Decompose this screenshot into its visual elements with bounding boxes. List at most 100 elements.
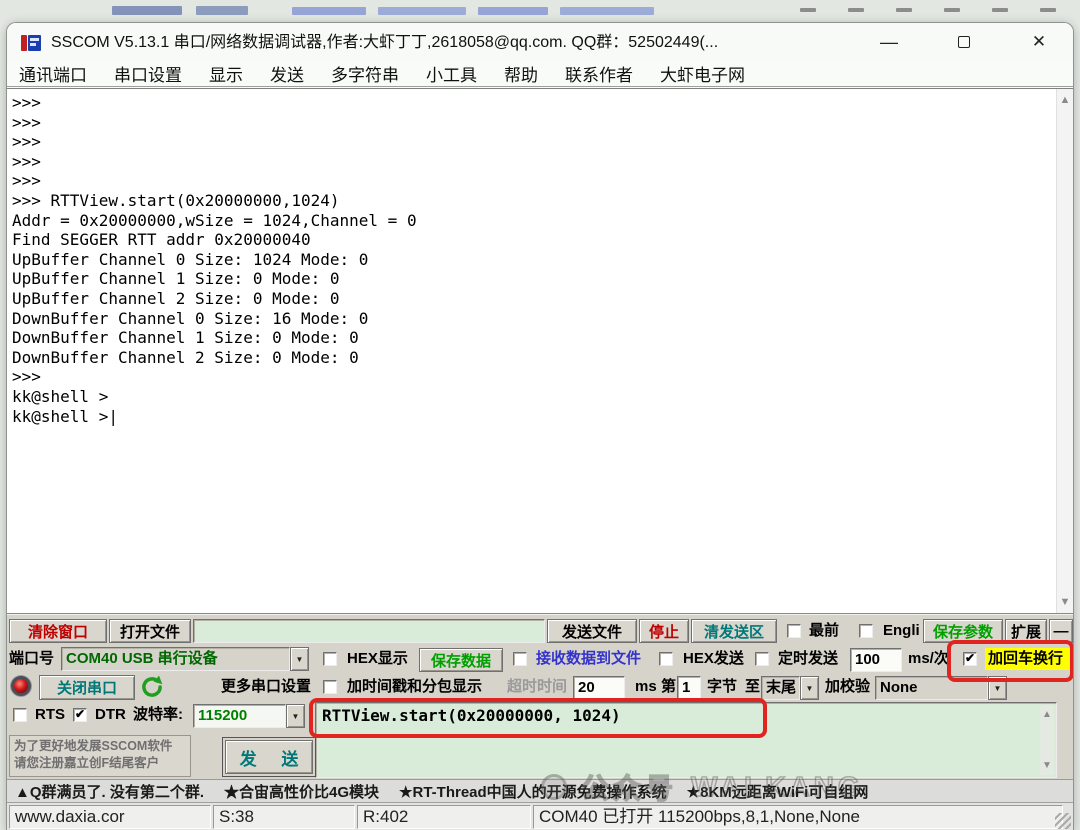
timestamp-label: 加时间戳和分包显示 [347,675,482,699]
terminal-text: >>>>>>>>>>>>>>>>>> RTTView.start(0x20000… [12,93,1053,426]
to-select-value: 末尾 [761,676,800,700]
ad-segment: ★RT-Thread中国人的开源免费操作系统 [399,781,667,802]
open-file-button[interactable]: 打开文件 [109,619,191,643]
interval-unit-label: ms/次 [908,647,949,671]
rts-checkbox[interactable] [13,708,27,722]
terminal-line: kk@shell >| [12,407,1053,427]
checksum-select[interactable]: None ▼ [875,676,1007,700]
save-data-button[interactable]: 保存数据 [419,648,503,672]
baud-select-value: 115200 [193,704,286,728]
terminal-line: DownBuffer Channel 1 Size: 0 Mode: 0 [12,328,1053,348]
notice-line-2: 请您注册嘉立创F结尾客户 [14,755,186,772]
port-label: 端口号 [9,647,54,671]
port-dropdown-arrow-icon[interactable]: ▼ [290,647,309,671]
english-checkbox[interactable] [859,624,873,638]
terminal-line: >>> [12,367,1053,387]
hex-send-label: HEX发送 [683,647,749,671]
refresh-ports-icon[interactable] [139,674,165,700]
terminal-scrollbar[interactable]: ▲ ▼ [1056,89,1073,613]
collapse-button[interactable]: — [1049,619,1073,643]
maximize-button[interactable] [941,23,987,61]
english-label: Engli [883,619,920,643]
hex-display-checkbox[interactable] [323,652,337,666]
recv-to-file-label: 接收数据到文件 [536,647,650,671]
send-data-text: RTTView.start(0x20000000, 1024) [322,706,621,725]
terminal-line: >>> [12,93,1053,113]
stop-button[interactable]: 停止 [639,619,689,643]
menu-item[interactable]: 串口设置 [114,61,182,86]
notice-line-1: 为了更好地发展SSCOM软件 [14,738,186,755]
background-window-sliver [0,0,1080,22]
terminal-line: Addr = 0x20000000,wSize = 1024,Channel =… [12,211,1053,231]
window-title: SSCOM V5.13.1 串口/网络数据调试器,作者:大虾丁丁,2618058… [51,31,851,55]
timed-send-checkbox[interactable] [755,652,769,666]
terminal-output[interactable]: >>>>>>>>>>>>>>>>>> RTTView.start(0x20000… [7,88,1073,613]
clear-send-area-button[interactable]: 清发送区 [691,619,777,643]
to-label: 至 [745,675,760,699]
port-status-led [11,676,31,696]
terminal-line: >>> [12,152,1053,172]
terminal-line: kk@shell > [12,387,1053,407]
terminal-line: DownBuffer Channel 0 Size: 16 Mode: 0 [12,309,1053,329]
checksum-dropdown-arrow-icon[interactable]: ▼ [988,676,1007,700]
more-port-settings-button[interactable]: 更多串口设置 [193,675,311,699]
send-data-input[interactable]: RTTView.start(0x20000000, 1024) ▲ ▼ [315,702,1057,778]
timestamp-checkbox[interactable] [323,680,337,694]
send-file-button[interactable]: 发送文件 [547,619,637,643]
byte-prefix-label: 第 [661,675,676,699]
send-button[interactable]: 发 送 [225,740,313,774]
resize-grip[interactable] [1055,813,1071,829]
app-icon [19,31,43,55]
byte-from-input[interactable]: 1 [677,676,701,700]
clear-window-button[interactable]: 清除窗口 [9,619,107,643]
interval-input[interactable]: 100 [850,648,902,672]
hex-send-checkbox[interactable] [659,652,673,666]
menu-item[interactable]: 通讯端口 [19,61,87,86]
status-website[interactable]: www.daxia.cor [9,805,211,829]
ad-segment: ★8KM远距离WiFi可自组网 [687,781,869,802]
scroll-down-icon[interactable]: ▼ [1059,597,1071,607]
dtr-checkbox[interactable] [73,708,87,722]
status-received-count: R:402 [357,805,531,829]
screen: SSCOM V5.13.1 串口/网络数据调试器,作者:大虾丁丁,2618058… [0,0,1080,830]
send-scroll-down-icon[interactable]: ▼ [1041,760,1053,771]
extend-button[interactable]: 扩展 [1005,619,1047,643]
timeout-input[interactable]: 20 [573,676,625,700]
byte-suffix-label: 字节 [707,675,737,699]
menu-item[interactable]: 联系作者 [565,61,633,86]
terminal-line: UpBuffer Channel 0 Size: 1024 Mode: 0 [12,250,1053,270]
title-bar[interactable]: SSCOM V5.13.1 串口/网络数据调试器,作者:大虾丁丁,2618058… [7,23,1073,61]
terminal-line: UpBuffer Channel 2 Size: 0 Mode: 0 [12,289,1053,309]
baud-select[interactable]: 115200 ▼ [193,704,305,728]
menu-item[interactable]: 显示 [209,61,243,86]
ad-bar[interactable]: ▲Q群满员了. 没有第二个群.★合宙高性价比4G模块★RT-Thread中国人的… [7,779,1073,802]
timeout-label: 超时时间 [507,675,567,699]
baud-dropdown-arrow-icon[interactable]: ▼ [286,704,305,728]
menu-item[interactable]: 小工具 [426,61,477,86]
to-dropdown-arrow-icon[interactable]: ▼ [800,676,819,700]
menu-item[interactable]: 帮助 [504,61,538,86]
scroll-up-icon[interactable]: ▲ [1059,95,1071,105]
terminal-line: >>> [12,171,1053,191]
menu-item[interactable]: 大虾电子网 [660,61,745,86]
topmost-label: 最前 [809,619,839,643]
ad-segment: ★合宙高性价比4G模块 [224,781,379,802]
close-port-button[interactable]: 关闭串口 [39,675,135,700]
file-path-field[interactable] [193,619,545,643]
send-area-scrollbar[interactable]: ▲ ▼ [1040,705,1054,775]
menu-item[interactable]: 多字符串 [331,61,399,86]
topmost-checkbox[interactable] [787,624,801,638]
terminal-line: UpBuffer Channel 1 Size: 0 Mode: 0 [12,269,1053,289]
send-scroll-up-icon[interactable]: ▲ [1041,709,1053,720]
save-params-button[interactable]: 保存参数 [923,619,1003,643]
close-button[interactable]: ✕ [1016,23,1062,61]
menu-item[interactable]: 发送 [270,61,304,86]
recv-to-file-checkbox[interactable] [513,652,527,666]
append-crlf-checkbox[interactable] [963,652,977,666]
to-select[interactable]: 末尾 ▼ [761,676,819,700]
port-select[interactable]: COM40 USB 串行设备 ▼ [61,647,309,671]
sscom-window: SSCOM V5.13.1 串口/网络数据调试器,作者:大虾丁丁,2618058… [6,22,1074,830]
minimize-button[interactable]: — [866,23,912,61]
status-bar: www.daxia.cor S:38 R:402 COM40 已打开 11520… [7,802,1073,830]
checksum-select-value: None [875,676,988,700]
